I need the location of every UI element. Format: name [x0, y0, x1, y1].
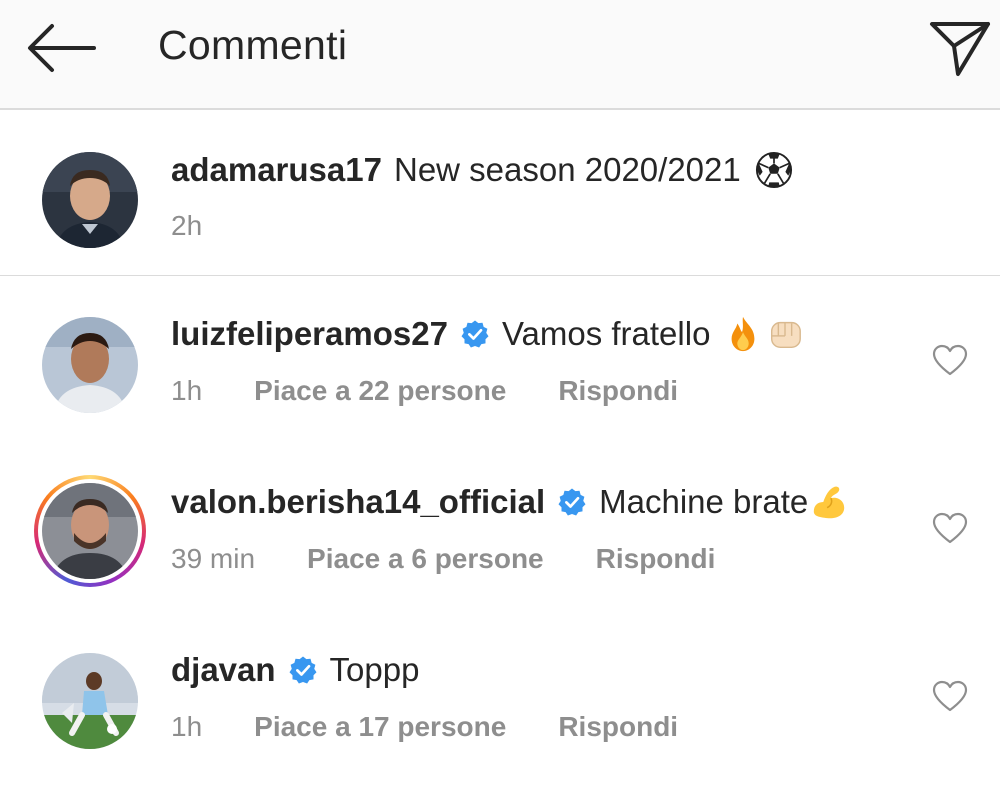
caption-time: 2h — [171, 210, 203, 241]
likes-count-link[interactable]: Piace a 17 persone — [254, 711, 506, 743]
top-bar: Commenti — [0, 0, 1000, 110]
arrow-left-icon — [28, 24, 96, 72]
comment-time: 39 min — [171, 543, 256, 574]
avatar[interactable] — [42, 317, 138, 413]
verified-badge-icon — [288, 655, 318, 685]
caption-text: New season 2020/2021 — [393, 151, 741, 188]
comment-text: Toppp — [329, 651, 420, 688]
comment-username[interactable]: djavan — [171, 650, 276, 690]
likes-count-link[interactable]: Piace a 22 persone — [254, 375, 506, 407]
story-ring[interactable] — [34, 475, 146, 587]
avatar[interactable] — [42, 653, 138, 749]
comment-username[interactable]: luizfeliperamos27 — [171, 314, 448, 354]
like-button[interactable] — [932, 680, 968, 712]
verified-badge-icon — [557, 487, 587, 517]
post-caption: adamarusa17 New season 2020/2021 2h — [0, 112, 1000, 276]
comment-text: Vamos fratello — [501, 315, 711, 352]
reply-button[interactable]: Rispondi — [558, 711, 678, 743]
fist-emoji — [766, 315, 804, 353]
comment-item: valon.berisha14_official Machine brate 3… — [0, 468, 1000, 618]
share-button[interactable] — [926, 16, 994, 78]
paper-plane-icon — [930, 22, 990, 76]
comment-username[interactable]: valon.berisha14_official — [171, 482, 545, 522]
comment-item: luizfeliperamos27 Vamos fratello 1h Piac… — [0, 300, 1000, 450]
verified-badge-icon — [460, 319, 490, 349]
profile-photo — [42, 317, 138, 413]
avatar[interactable] — [42, 152, 138, 248]
comment-item: djavan Toppp 1h Piace a 17 persone Rispo… — [0, 636, 1000, 786]
back-button[interactable] — [24, 20, 100, 76]
like-button[interactable] — [932, 344, 968, 376]
comment-time: 1h — [171, 375, 203, 406]
comment-time: 1h — [171, 711, 203, 742]
profile-photo — [42, 483, 138, 579]
profile-photo — [42, 653, 138, 749]
flexed-biceps-emoji — [810, 483, 848, 521]
likes-count-link[interactable]: Piace a 6 persone — [307, 543, 544, 575]
heart-icon — [932, 512, 968, 544]
page-title: Commenti — [158, 22, 348, 68]
soccer-ball-emoji — [755, 151, 793, 189]
avatar — [42, 483, 138, 579]
profile-photo — [42, 152, 138, 248]
heart-icon — [932, 680, 968, 712]
comment-text: Machine brate — [599, 483, 809, 520]
caption-username[interactable]: adamarusa17 — [171, 150, 382, 190]
like-button[interactable] — [932, 512, 968, 544]
reply-button[interactable]: Rispondi — [558, 375, 678, 407]
heart-icon — [932, 344, 968, 376]
reply-button[interactable]: Rispondi — [596, 543, 716, 575]
fire-emoji — [724, 315, 762, 353]
